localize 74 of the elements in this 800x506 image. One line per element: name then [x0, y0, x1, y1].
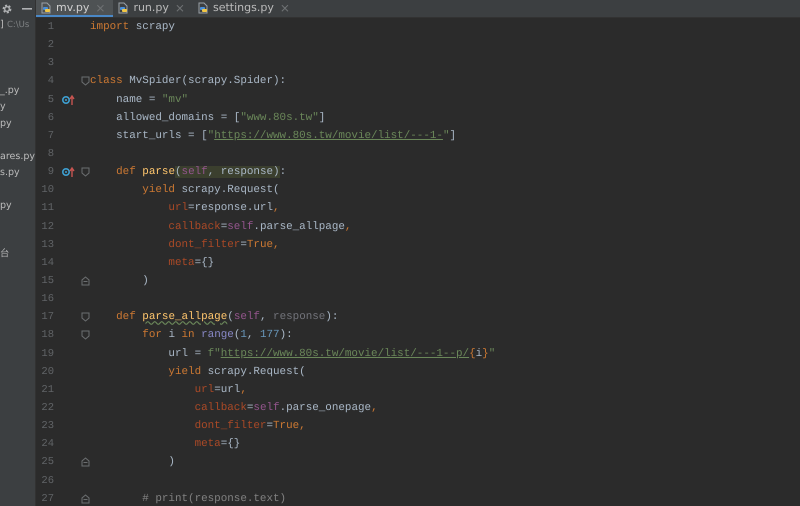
line-number: 10 — [40, 184, 54, 196]
code-line: meta={} — [194, 438, 240, 450]
fold-icon[interactable] — [81, 167, 90, 178]
code-line: yield scrapy.Request( — [141, 184, 280, 196]
project-item[interactable]: 台 — [0, 247, 10, 261]
override-icon[interactable] — [62, 94, 76, 106]
fold-icon[interactable] — [81, 457, 90, 468]
code-line: start_urls = ["https://www.80s.tw/movie/list/---1-"] — [115, 130, 456, 142]
line-number: 20 — [40, 366, 54, 378]
project-item[interactable]: _.py — [0, 84, 20, 98]
line-number: 13 — [40, 238, 54, 251]
settings-icon[interactable] — [1, 2, 13, 14]
line-number: 17 — [40, 311, 54, 324]
code-line: import scrapy — [90, 21, 175, 34]
code-line: url=response.url, — [167, 202, 280, 214]
line-number: 6 — [46, 112, 54, 124]
line-number: 11 — [40, 202, 54, 214]
project-item[interactable]: ] — [0, 18, 4, 32]
code-line: yield scrapy.Request( — [167, 366, 306, 378]
python-file-icon — [40, 2, 52, 14]
editor-tab[interactable]: mv.py × — [36, 0, 114, 17]
editor-tab[interactable]: run.py × — [113, 0, 193, 17]
fold-icon[interactable] — [81, 330, 90, 340]
project-item[interactable]: py — [0, 199, 12, 213]
line-number: 27 — [40, 492, 54, 505]
code-line: dont_filter=True, — [167, 238, 280, 251]
line-number: 5 — [46, 94, 54, 106]
code-line: url=url, — [194, 384, 247, 396]
code-line: for i in range(1, 177): — [141, 329, 293, 342]
python-file-icon — [196, 2, 209, 14]
override-icon[interactable] — [62, 166, 76, 178]
code-line: def parse_allpage(self, response): — [115, 311, 338, 324]
line-number: 18 — [40, 329, 54, 342]
line-number: 23 — [40, 420, 54, 432]
line-number: 22 — [40, 402, 54, 414]
line-number: 9 — [46, 166, 54, 178]
python-file-icon — [117, 2, 130, 14]
code-line: ) — [167, 456, 175, 468]
fold-icon[interactable] — [81, 76, 90, 86]
editor-tab[interactable]: settings.py × — [192, 0, 298, 17]
fold-icon[interactable] — [81, 312, 90, 322]
line-number: 14 — [40, 256, 54, 269]
code-line: meta={} — [167, 256, 214, 269]
line-number: 16 — [40, 293, 54, 306]
minimize-icon[interactable] — [22, 8, 32, 10]
project-item[interactable]: ares.py — [0, 150, 35, 164]
line-number: 8 — [46, 148, 54, 160]
line-number: 19 — [40, 348, 54, 360]
project-item[interactable]: py — [0, 117, 12, 131]
line-number: 21 — [40, 384, 54, 396]
line-number: 2 — [46, 39, 54, 52]
code-line: callback=self.parse_onepage, — [194, 402, 378, 414]
code-line: name = "mv" — [115, 94, 188, 106]
line-number: 25 — [40, 456, 54, 468]
line-number: 1 — [46, 21, 54, 34]
line-number: 12 — [40, 220, 54, 233]
code-line: class MvSpider(scrapy.Spider): — [90, 75, 286, 88]
line-number: 7 — [46, 130, 54, 142]
code-line: dont_filter=True, — [194, 420, 306, 432]
project-item[interactable]: y — [0, 100, 6, 114]
line-number: 4 — [46, 75, 54, 88]
code-line: def parse(self, response): — [115, 166, 286, 178]
line-number: 26 — [40, 474, 54, 487]
code-line: # print(response.text) — [141, 492, 286, 505]
code-line: url = f"https://www.80s.tw/movie/list/---1--p/{i}" — [167, 348, 496, 360]
line-number: 24 — [40, 438, 54, 450]
project-item[interactable]: s.py — [0, 166, 20, 180]
fold-icon[interactable] — [81, 276, 90, 286]
line-number: 15 — [40, 275, 54, 288]
line-number: 3 — [46, 57, 54, 70]
fold-icon[interactable] — [81, 494, 90, 504]
code-line: ) — [141, 275, 149, 288]
code-line: allowed_domains = ["www.80s.tw"] — [115, 112, 326, 124]
code-line: callback=self.parse_allpage, — [167, 220, 352, 233]
